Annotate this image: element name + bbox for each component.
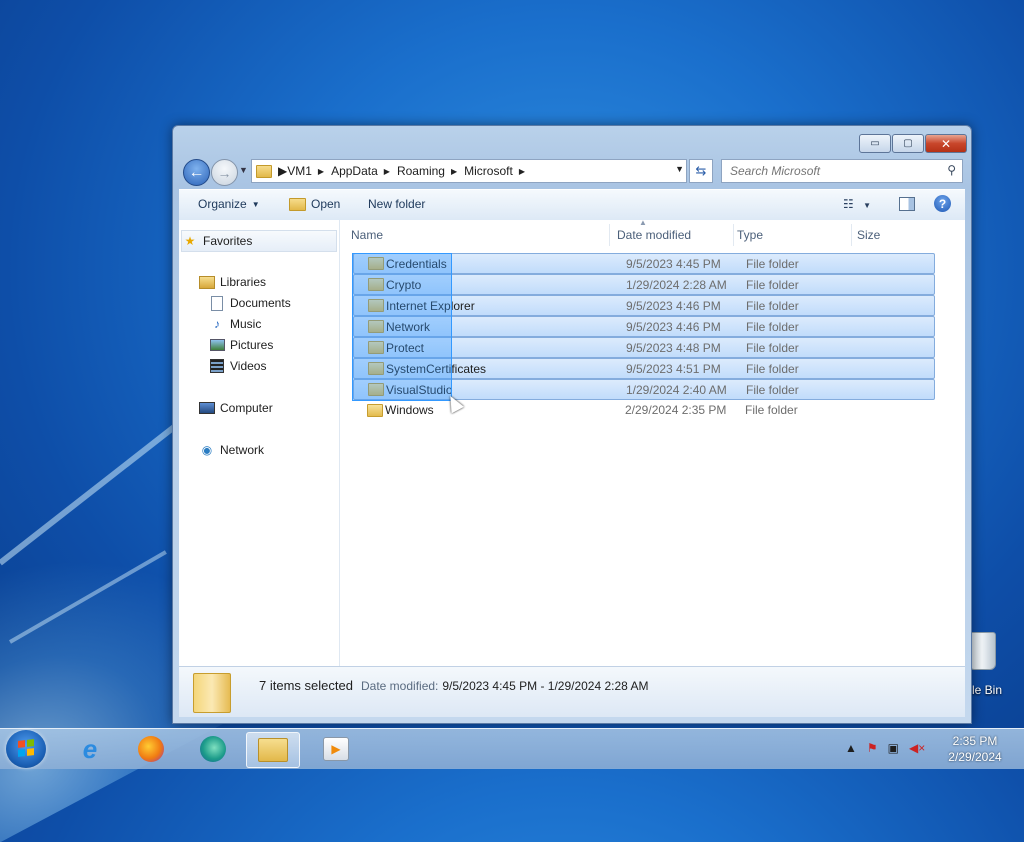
address-bar[interactable]: ▶ VM1 ▶ AppData ▶ Roaming ▶ Microsoft ▶ ▼ — [251, 159, 687, 183]
chevron-right-icon[interactable]: ▶ — [278, 164, 287, 178]
new-folder-button[interactable]: New folder — [368, 197, 425, 211]
change-view-button[interactable]: ☷ ▼ — [843, 197, 871, 211]
column-header-date-modified[interactable]: Date modified — [613, 224, 734, 246]
documents-icon — [209, 295, 225, 311]
pictures-icon — [209, 338, 225, 352]
chevron-right-icon[interactable]: ▶ — [451, 167, 457, 176]
clock-date: 2/29/2024 — [948, 750, 1002, 764]
navigation-bar: ← → ▼ ▶ VM1 ▶ AppData ▶ Roaming ▶ Microsoft… — [179, 158, 965, 186]
chevron-right-icon[interactable]: ▶ — [384, 167, 390, 176]
nav-favorites[interactable]: ★ Favorites — [181, 230, 337, 252]
edge-icon — [200, 736, 226, 762]
nav-network[interactable]: ◉ Network — [199, 443, 264, 457]
action-center-flag-icon[interactable]: ⚑ — [867, 741, 878, 755]
file-row[interactable]: Windows 2/29/2024 2:35 PM File folder — [353, 400, 933, 420]
chevron-right-icon[interactable]: ▶ — [318, 167, 324, 176]
refresh-button[interactable]: ⇆ — [689, 159, 713, 183]
refresh-icon: ⇆ — [695, 163, 707, 178]
taskbar-internet-explorer[interactable]: e — [64, 732, 116, 766]
details-pane: 7 items selected Date modified: 9/5/2023 … — [179, 666, 965, 717]
breadcrumb-microsoft[interactable]: Microsoft ▶ — [464, 164, 532, 178]
network-status-icon[interactable]: ▣ — [888, 741, 899, 755]
command-bar: Organize ▼ Open New folder ☷ ▼ ? — [179, 189, 965, 221]
preview-pane-icon[interactable] — [899, 197, 915, 211]
computer-icon — [199, 401, 215, 415]
taskbar-edge[interactable] — [187, 732, 239, 766]
date-modified-range: Date modified: 9/5/2023 4:45 PM - 1/29/20… — [361, 679, 649, 693]
breadcrumb-appdata[interactable]: AppData ▶ — [331, 164, 397, 178]
taskbar-firefox[interactable] — [125, 732, 177, 766]
navigation-pane: ★ Favorites Libraries Documents ♪ Music Pi… — [179, 220, 340, 666]
file-explorer-icon — [258, 738, 288, 762]
taskbar: e ▶ ▲ ⚑ ▣ ◀× 2:35 PM 2/29/2024 — [0, 728, 1024, 769]
nav-videos[interactable]: Videos — [209, 359, 266, 373]
search-input[interactable] — [728, 163, 942, 179]
selection-count: 7 items selected — [259, 678, 353, 693]
videos-icon — [209, 359, 225, 373]
column-header-name[interactable]: Name — [351, 224, 610, 246]
search-icon[interactable]: ⚲ — [947, 163, 956, 177]
nav-pictures[interactable]: Pictures — [209, 338, 273, 352]
star-icon: ★ — [184, 234, 196, 248]
media-player-icon: ▶ — [323, 737, 349, 761]
clock-time: 2:35 PM — [952, 734, 998, 748]
volume-muted-icon[interactable]: ◀× — [909, 741, 925, 755]
help-icon[interactable]: ? — [934, 195, 951, 212]
back-arrow-icon: ← — [188, 163, 205, 181]
internet-explorer-icon: e — [82, 733, 98, 764]
system-tray: ▲ ⚑ ▣ ◀× — [845, 741, 925, 755]
file-list: ▲ Name Date modified Type Size Credentia… — [341, 218, 965, 666]
firefox-icon — [138, 736, 164, 762]
recent-pages-dropdown[interactable]: ▼ — [239, 165, 248, 175]
window-controls: ▭ ▢ ✕ — [859, 134, 967, 153]
nav-computer[interactable]: Computer — [199, 401, 273, 415]
network-globe-icon: ◉ — [201, 443, 213, 457]
forward-button[interactable]: → — [211, 159, 238, 186]
minimize-button[interactable]: ▭ — [859, 134, 891, 153]
open-button[interactable]: Open — [289, 197, 340, 211]
start-button[interactable] — [6, 730, 46, 768]
column-header-type[interactable]: Type — [733, 224, 852, 246]
clock[interactable]: 2:35 PM 2/29/2024 — [940, 733, 1010, 765]
selection-marquee — [352, 253, 452, 401]
open-folder-icon — [289, 197, 306, 211]
breadcrumb-roaming[interactable]: Roaming ▶ — [397, 164, 464, 178]
libraries-icon — [199, 275, 215, 289]
breadcrumb-vm1[interactable]: VM1 ▶ — [287, 164, 331, 178]
column-header-size[interactable]: Size — [853, 224, 943, 246]
maximize-button[interactable]: ▢ — [892, 134, 924, 153]
music-icon: ♪ — [214, 317, 220, 331]
nav-music[interactable]: ♪ Music — [209, 317, 261, 331]
folder-icon — [256, 164, 272, 178]
recycle-bin-icon — [968, 632, 996, 670]
nav-documents[interactable]: Documents — [209, 295, 291, 311]
folder-icon — [367, 403, 383, 417]
organize-button[interactable]: Organize ▼ — [198, 197, 260, 211]
chevron-down-icon: ▼ — [863, 201, 872, 210]
chevron-right-icon[interactable]: ▶ — [519, 167, 525, 176]
explorer-window: ▭ ▢ ✕ ← → ▼ ▶ VM1 ▶ AppData ▶ Roaming ▶ Mic… — [172, 125, 972, 724]
forward-arrow-icon: → — [217, 164, 232, 181]
back-button[interactable]: ← — [183, 159, 210, 186]
close-button[interactable]: ✕ — [925, 134, 967, 153]
nav-libraries[interactable]: Libraries — [199, 275, 266, 289]
taskbar-file-explorer[interactable] — [246, 732, 300, 768]
chevron-down-icon: ▼ — [251, 199, 260, 209]
windows-logo-icon — [18, 739, 34, 757]
folder-icon — [193, 673, 231, 713]
show-hidden-icons-icon[interactable]: ▲ — [845, 741, 857, 755]
taskbar-media-player[interactable]: ▶ — [310, 732, 362, 766]
search-box[interactable]: ⚲ — [721, 159, 963, 183]
content-area: ★ Favorites Libraries Documents ♪ Music Pi… — [179, 218, 965, 666]
address-dropdown-icon[interactable]: ▼ — [675, 164, 684, 174]
